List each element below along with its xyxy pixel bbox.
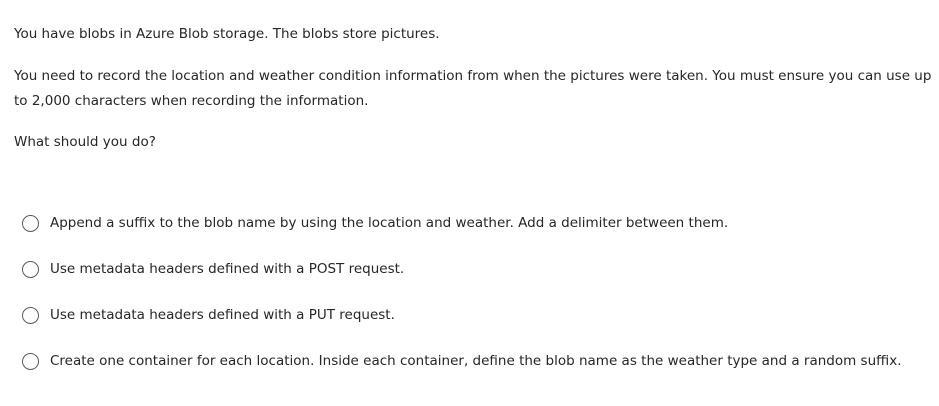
radio-button[interactable]: [22, 306, 39, 324]
radio-button[interactable]: [22, 214, 39, 232]
answer-option-c[interactable]: Use metadata headers defined with a PUT …: [22, 300, 932, 330]
question-text: You have blobs in Azure Blob storage. Th…: [14, 22, 939, 155]
radio-button[interactable]: [22, 352, 39, 370]
question-prompt: What should you do?: [14, 134, 156, 150]
answer-option-d[interactable]: Create one container for each location. …: [22, 346, 932, 376]
answer-option-b[interactable]: Use metadata headers defined with a POST…: [22, 254, 932, 284]
answer-option-label: Use metadata headers defined with a PUT …: [50, 307, 395, 323]
answer-option-label: Use metadata headers defined with a POST…: [50, 261, 405, 277]
answer-options: Append a suffix to the blob name by usin…: [22, 208, 932, 392]
question-paragraph: You have blobs in Azure Blob storage. Th…: [14, 26, 440, 42]
answer-option-label: Append a suffix to the blob name by usin…: [50, 215, 729, 231]
answer-option-a[interactable]: Append a suffix to the blob name by usin…: [22, 208, 932, 238]
radio-button[interactable]: [22, 260, 39, 278]
answer-option-label: Create one container for each location. …: [50, 353, 902, 369]
question-paragraph: You need to record the location and weat…: [14, 68, 932, 109]
